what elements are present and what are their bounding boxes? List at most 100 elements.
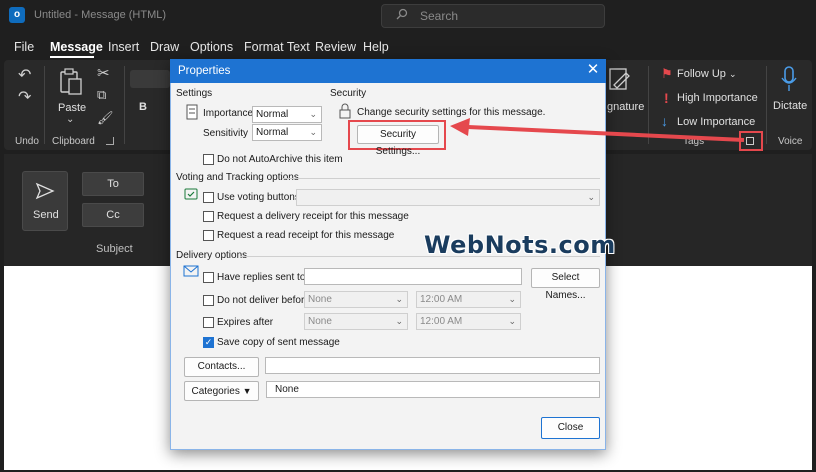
categories-field[interactable]: None — [266, 381, 600, 398]
expires-date-value: None — [308, 316, 332, 327]
voting-icon — [184, 188, 198, 200]
security-description: Change security settings for this messag… — [357, 107, 546, 118]
voting-checkbox[interactable] — [203, 192, 214, 203]
signature-icon[interactable] — [608, 67, 632, 93]
follow-up-label: Follow Up — [677, 68, 726, 80]
deliver-time-select[interactable]: 12:00 AM ⌄ — [416, 291, 521, 308]
settings-section-label: Settings — [176, 88, 213, 99]
menu-file[interactable]: File — [14, 40, 34, 54]
menu-insert[interactable]: Insert — [108, 40, 139, 54]
send-button[interactable] — [22, 171, 68, 231]
chevron-down-icon: ⌄ — [395, 316, 403, 326]
delivery-receipt-label: Request a delivery receipt for this mess… — [217, 211, 409, 222]
chevron-down-icon: ⌄ — [309, 127, 317, 137]
do-not-deliver-checkbox[interactable] — [203, 295, 214, 306]
cut-icon[interactable]: ✂ — [97, 64, 110, 82]
menu-options[interactable]: Options — [190, 40, 233, 54]
ribbon-divider — [44, 66, 45, 144]
chevron-down-icon: ⌄ — [309, 109, 317, 119]
delivery-receipt-checkbox[interactable] — [203, 211, 214, 222]
menu-message[interactable]: Message — [50, 40, 103, 54]
expires-date-select[interactable]: None ⌄ — [304, 313, 408, 330]
checkmark-icon: ✓ — [204, 337, 213, 347]
menu-draw[interactable]: Draw — [150, 40, 179, 54]
autoarchive-label: Do not AutoArchive this item — [217, 154, 343, 165]
sensitivity-label: Sensitivity — [203, 128, 249, 139]
search-box[interactable] — [381, 4, 605, 28]
voting-options-select[interactable]: ⌄ — [296, 189, 600, 206]
undo-icon[interactable]: ↶ — [18, 65, 31, 85]
group-label-clipboard: Clipboard — [52, 136, 95, 147]
caret-down-icon: ▼ — [242, 386, 252, 396]
follow-up-button[interactable]: Follow Up ⌄ — [677, 68, 737, 80]
paste-label[interactable]: Paste — [58, 102, 86, 114]
group-label-undo: Undo — [15, 136, 39, 147]
read-receipt-checkbox[interactable] — [203, 230, 214, 241]
signature-label[interactable]: gnature — [607, 101, 644, 113]
menu-format-text[interactable]: Format Text — [244, 40, 310, 54]
microphone-icon[interactable] — [781, 66, 797, 92]
contacts-field[interactable] — [265, 357, 600, 374]
format-painter-icon[interactable]: 🖌 — [97, 110, 114, 126]
chevron-down-icon: ⌄ — [728, 69, 737, 79]
expires-label: Expires after — [217, 317, 274, 328]
section-divider — [282, 178, 600, 179]
menu-review[interactable]: Review — [315, 40, 356, 54]
select-names-button[interactable]: Select Names... — [531, 268, 600, 301]
save-copy-checkbox[interactable]: ✓ — [203, 337, 214, 348]
contacts-button[interactable]: Contacts... — [184, 357, 259, 377]
subject-label: Subject — [96, 243, 133, 255]
importance-value: Normal — [256, 109, 289, 120]
paste-icon[interactable] — [59, 68, 83, 96]
font-box[interactable] — [130, 70, 170, 88]
redo-icon[interactable]: ↷ — [18, 87, 31, 107]
security-settings-button[interactable]: Security Settings... — [357, 125, 439, 157]
copy-icon[interactable]: ⧉ — [97, 87, 106, 103]
categories-label: Categories — [191, 386, 240, 397]
high-importance-button[interactable]: High Importance — [677, 92, 758, 104]
deliver-date-value: None — [308, 294, 332, 305]
bold-button[interactable]: B — [139, 101, 147, 113]
categories-button[interactable]: Categories ▼ — [184, 381, 259, 401]
autoarchive-checkbox[interactable] — [203, 154, 214, 165]
high-importance-icon: ! — [664, 90, 669, 106]
voting-section-label: Voting and Tracking options — [176, 172, 299, 183]
dialog-close-icon[interactable]: ✕ — [585, 62, 601, 78]
group-label-voice: Voice — [778, 136, 803, 147]
deliver-date-select[interactable]: None ⌄ — [304, 291, 408, 308]
security-lock-icon — [339, 103, 351, 119]
to-button[interactable]: To — [82, 172, 144, 196]
expires-time-select[interactable]: 12:00 AM ⌄ — [416, 313, 521, 330]
sensitivity-select[interactable]: Normal ⌄ — [252, 124, 322, 141]
do-not-deliver-label: Do not deliver before — [217, 295, 310, 306]
active-tab-indicator — [50, 56, 94, 58]
delivery-icon — [183, 265, 199, 277]
dictate-label[interactable]: Dictate — [773, 100, 807, 112]
menu-help[interactable]: Help — [363, 40, 389, 54]
paste-chevron-icon[interactable]: ⌄ — [66, 114, 74, 125]
dialog-titlebar — [170, 59, 606, 83]
cc-button[interactable]: Cc — [82, 203, 144, 227]
close-button[interactable]: Close — [541, 417, 600, 439]
chevron-down-icon: ⌄ — [395, 294, 403, 304]
read-receipt-label: Request a read receipt for this message — [217, 230, 395, 241]
ribbon-divider — [124, 66, 125, 144]
clipboard-launcher-icon[interactable] — [106, 137, 114, 145]
flag-icon: ⚑ — [661, 66, 673, 81]
save-copy-label: Save copy of sent message — [217, 337, 340, 348]
importance-select[interactable]: Normal ⌄ — [252, 106, 322, 123]
deliver-time-value: 12:00 AM — [420, 294, 463, 305]
security-section-label: Security — [330, 88, 367, 99]
voting-label: Use voting buttons — [217, 192, 300, 203]
send-icon — [35, 182, 55, 200]
expires-checkbox[interactable] — [203, 317, 214, 328]
watermark: WebNots.com — [424, 231, 616, 259]
annotation-arrow — [450, 118, 745, 142]
delivery-section-label: Delivery options — [176, 250, 248, 261]
replies-field[interactable] — [304, 268, 522, 285]
search-placeholder: Search — [420, 9, 459, 23]
importance-label: Importance — [203, 108, 254, 119]
replies-checkbox[interactable] — [203, 272, 214, 283]
chevron-down-icon: ⌄ — [508, 294, 516, 304]
replies-label: Have replies sent to — [217, 272, 306, 283]
